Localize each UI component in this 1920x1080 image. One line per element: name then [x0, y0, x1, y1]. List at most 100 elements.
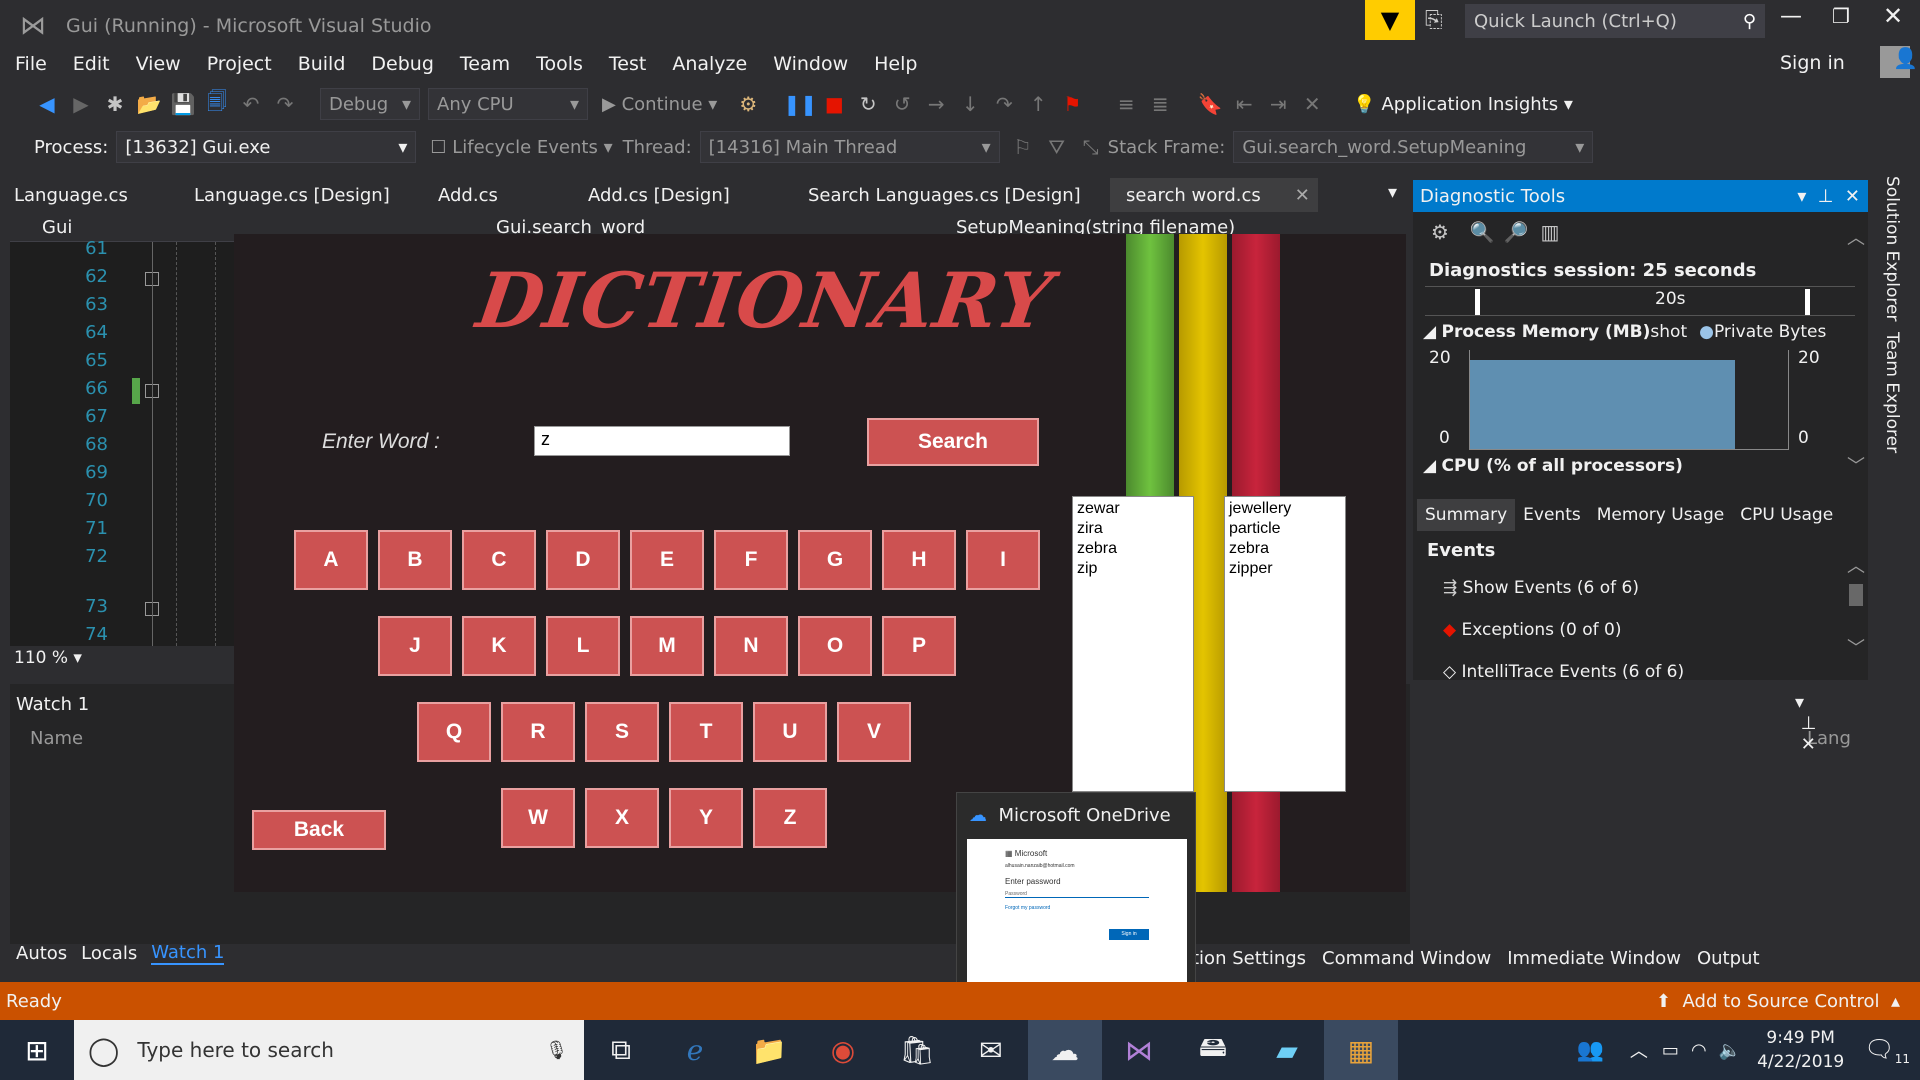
taskbar-search-box[interactable]: ◯ Type here to search 🎙: [74, 1020, 584, 1080]
platform-dropdown[interactable]: Any CPU ▾: [428, 88, 588, 120]
show-events-item[interactable]: ⇶ Show Events (6 of 6): [1443, 578, 1639, 598]
next-bookmark-icon[interactable]: ⇥: [1261, 92, 1295, 116]
running-app-icon[interactable]: ▦: [1324, 1020, 1398, 1080]
application-insights-button[interactable]: 💡 Application Insights ▾: [1353, 94, 1573, 115]
back-button[interactable]: Back: [252, 810, 386, 850]
redo-icon[interactable]: ↷: [268, 92, 302, 116]
key-t-button[interactable]: T: [669, 702, 743, 762]
key-k-button[interactable]: K: [462, 616, 536, 676]
windows-start-icon[interactable]: ⊞: [0, 1020, 74, 1080]
list-item[interactable]: jewellery: [1229, 499, 1341, 519]
menu-team[interactable]: Team: [447, 53, 523, 75]
menu-help[interactable]: Help: [861, 53, 930, 75]
diag-scroll-up-icon[interactable]: ︿: [1847, 224, 1865, 250]
open-folder-icon[interactable]: 📂: [132, 92, 166, 116]
tab-language-cs[interactable]: Language.cs: [6, 185, 186, 206]
list-item[interactable]: zebra: [1077, 539, 1189, 559]
exceptions-item[interactable]: ◆ Exceptions (0 of 0): [1443, 620, 1622, 640]
visual-studio-icon[interactable]: ⋈: [1102, 1020, 1176, 1080]
bookmark-icon[interactable]: 🔖: [1193, 92, 1227, 116]
tab-overflow-icon[interactable]: ▾: [1380, 182, 1405, 203]
watch-dock-buttons[interactable]: ▾ ⊥ ✕: [1795, 692, 1816, 755]
words-listbox[interactable]: zewar zira zebra zip: [1072, 496, 1194, 792]
key-j-button[interactable]: J: [378, 616, 452, 676]
step-out-icon[interactable]: ↑: [1021, 92, 1055, 116]
save-icon[interactable]: 💾: [166, 92, 200, 116]
list-item[interactable]: zipper: [1229, 559, 1341, 579]
timeline-handle-left[interactable]: [1475, 289, 1480, 315]
tab-events[interactable]: Events: [1515, 499, 1589, 531]
tab-memory-usage[interactable]: Memory Usage: [1589, 499, 1733, 531]
mail-icon[interactable]: ✉: [954, 1020, 1028, 1080]
filter-threads-icon[interactable]: ⛛: [1040, 135, 1074, 159]
tab-cpu-usage[interactable]: CPU Usage: [1732, 499, 1841, 531]
thread-dropdown[interactable]: [14316] Main Thread ▾: [699, 131, 1000, 163]
key-a-button[interactable]: A: [294, 530, 368, 590]
people-icon[interactable]: 👥: [1577, 1038, 1604, 1063]
zoom-dropdown[interactable]: 110 % ▾: [10, 648, 100, 672]
list-item[interactable]: zira: [1077, 519, 1189, 539]
edge-icon[interactable]: ℯ: [658, 1020, 732, 1080]
menu-analyze[interactable]: Analyze: [659, 53, 760, 75]
tab-autos[interactable]: Autos: [16, 943, 67, 964]
filter-icon[interactable]: ▼: [1365, 0, 1415, 40]
key-i-button[interactable]: I: [966, 530, 1040, 590]
events-scroll-down-icon[interactable]: ﹀: [1847, 634, 1865, 660]
app-icon[interactable]: ▰: [1250, 1020, 1324, 1080]
word-input[interactable]: z: [534, 426, 790, 456]
tab-output[interactable]: Output: [1697, 948, 1760, 969]
sign-in-link[interactable]: Sign in: [1780, 52, 1845, 74]
add-to-source-control[interactable]: ⬆ Add to Source Control ▴: [1656, 991, 1900, 1012]
tab-add-cs[interactable]: Add.cs: [430, 185, 580, 206]
panel-buttons[interactable]: ▾ ⊥ ✕: [1797, 186, 1860, 207]
menu-debug[interactable]: Debug: [358, 53, 446, 75]
volume-icon[interactable]: 🔈: [1719, 1040, 1741, 1061]
uncomment-icon[interactable]: ≣: [1143, 92, 1177, 116]
tab-locals[interactable]: Locals: [81, 943, 137, 964]
key-f-button[interactable]: F: [714, 530, 788, 590]
process-dropdown[interactable]: [13632] Gui.exe ▾: [116, 131, 417, 163]
menu-window[interactable]: Window: [760, 53, 861, 75]
key-e-button[interactable]: E: [630, 530, 704, 590]
stack-frame-icon[interactable]: ⤡: [1074, 135, 1108, 159]
continue-button[interactable]: ▶ Continue ▾: [602, 94, 717, 115]
wifi-icon[interactable]: ◠: [1691, 1040, 1707, 1061]
tab-summary[interactable]: Summary: [1417, 499, 1516, 531]
events-scroll-up-icon[interactable]: ︿: [1847, 552, 1865, 578]
list-item[interactable]: zewar: [1077, 499, 1189, 519]
menu-view[interactable]: View: [123, 53, 194, 75]
solution-explorer-tab[interactable]: Solution Explorer: [1882, 176, 1902, 321]
chrome-icon[interactable]: ◉: [806, 1020, 880, 1080]
key-b-button[interactable]: B: [378, 530, 452, 590]
expand-icon[interactable]: ◢: [1423, 322, 1441, 342]
restart-icon[interactable]: ↻: [851, 92, 885, 116]
clear-bookmarks-icon[interactable]: ✕: [1295, 92, 1329, 116]
file-explorer-icon[interactable]: 📁: [732, 1020, 806, 1080]
store-icon[interactable]: 🛍: [880, 1020, 954, 1080]
settings-icon[interactable]: ⚙: [1423, 220, 1457, 244]
comment-icon[interactable]: ≡: [1109, 92, 1143, 116]
key-u-button[interactable]: U: [753, 702, 827, 762]
key-d-button[interactable]: D: [546, 530, 620, 590]
key-l-button[interactable]: L: [546, 616, 620, 676]
key-s-button[interactable]: S: [585, 702, 659, 762]
list-item[interactable]: particle: [1229, 519, 1341, 539]
menu-test[interactable]: Test: [596, 53, 659, 75]
configuration-dropdown[interactable]: Debug ▾: [320, 88, 420, 120]
clock[interactable]: 9:49 PM 4/22/2019: [1757, 1026, 1844, 1074]
timeline-handle-right[interactable]: [1805, 289, 1810, 315]
list-item[interactable]: zip: [1077, 559, 1189, 579]
key-o-button[interactable]: O: [798, 616, 872, 676]
events-scroll-thumb[interactable]: [1849, 584, 1863, 606]
back-arrow-icon[interactable]: ◀: [30, 92, 64, 116]
save-all-icon[interactable]: 🗐: [200, 87, 234, 121]
tab-watch-1[interactable]: Watch 1: [151, 942, 225, 965]
new-project-icon[interactable]: ✱: [98, 92, 132, 116]
tab-search-languages-design[interactable]: Search Languages.cs [Design]: [800, 185, 1110, 206]
key-p-button[interactable]: P: [882, 616, 956, 676]
meanings-listbox[interactable]: jewellery particle zebra zipper: [1224, 496, 1346, 792]
notification-icon[interactable]: 🗨11: [1864, 1035, 1910, 1066]
key-g-button[interactable]: G: [798, 530, 872, 590]
key-z-button[interactable]: Z: [753, 788, 827, 848]
diag-scroll-down-icon[interactable]: ﹀: [1847, 452, 1865, 478]
